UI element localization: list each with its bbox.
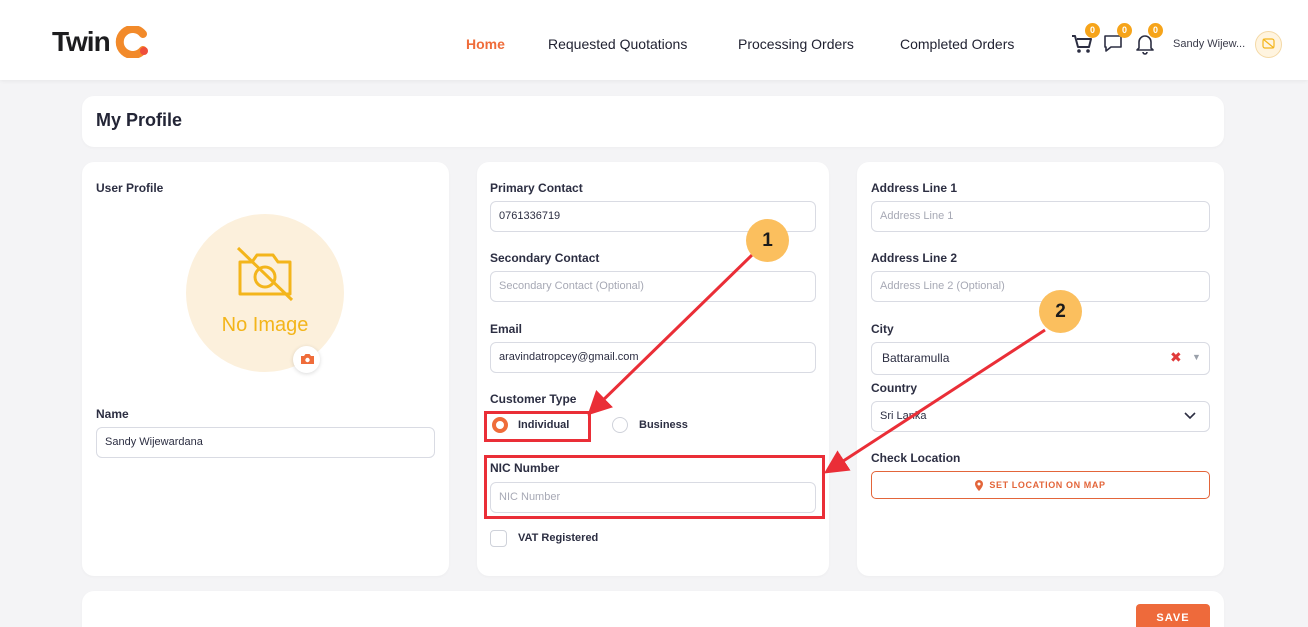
arrow-step-1 [587,253,754,416]
arrow-step-2 [823,328,1046,474]
step-badge-1: 1 [746,219,789,262]
annotation-arrows [587,253,1046,474]
step-badge-2: 2 [1039,290,1082,333]
